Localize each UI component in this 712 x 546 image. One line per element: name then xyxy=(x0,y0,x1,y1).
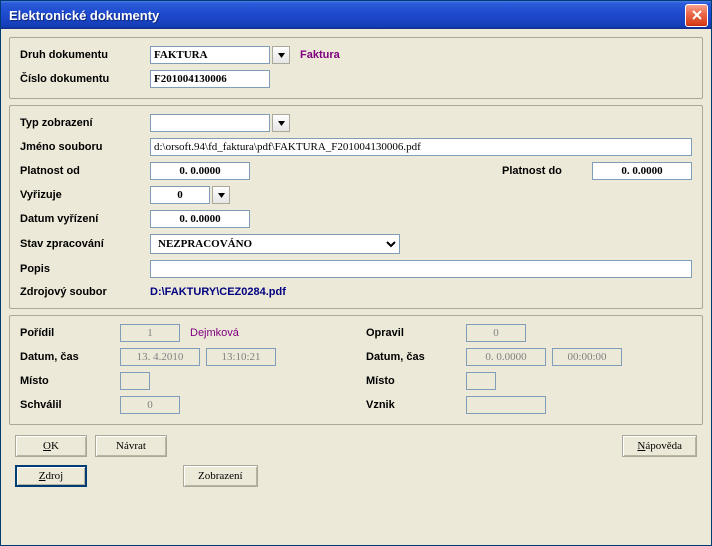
schvalil-label: Schválil xyxy=(20,399,120,411)
cislo-label: Číslo dokumentu xyxy=(20,73,150,85)
zdrojovy-value: D:\FAKTURY\CEZ0284.pdf xyxy=(150,286,286,298)
opravil-label: Opravil xyxy=(366,327,466,339)
misto2-input xyxy=(466,372,496,390)
schvalil-input xyxy=(120,396,180,414)
cislo-input[interactable] xyxy=(150,70,270,88)
typ-label: Typ zobrazení xyxy=(20,117,150,129)
zdroj-button[interactable]: Zdroj xyxy=(15,465,87,487)
panel-details: Typ zobrazení Jméno souboru Platnost od … xyxy=(9,105,703,309)
misto1-input xyxy=(120,372,150,390)
popis-input[interactable] xyxy=(150,260,692,278)
poridil-label: Pořídil xyxy=(20,327,120,339)
vyrizuje-input[interactable] xyxy=(150,186,210,204)
button-bar-1: OK Návrat Nápověda xyxy=(9,431,703,459)
napoveda-button[interactable]: Nápověda xyxy=(622,435,697,457)
down-arrow-icon xyxy=(217,191,226,200)
zobrazeni-button[interactable]: Zobrazení xyxy=(183,465,258,487)
datum1-label: Datum, čas xyxy=(20,351,120,363)
druh-dropdown[interactable] xyxy=(272,46,290,64)
down-arrow-icon xyxy=(277,119,286,128)
platdo-input[interactable] xyxy=(592,162,692,180)
datum2-label: Datum, čas xyxy=(366,351,466,363)
jmeno-label: Jméno souboru xyxy=(20,141,150,153)
poridil-name: Dejmková xyxy=(190,327,239,339)
window-title: Elektronické dokumenty xyxy=(9,8,159,23)
cas1-input xyxy=(206,348,276,366)
druh-desc: Faktura xyxy=(300,49,340,61)
zdrojovy-label: Zdrojový soubor xyxy=(20,286,150,298)
titlebar: Elektronické dokumenty xyxy=(1,1,711,29)
panel-document: Druh dokumentu Faktura Číslo dokumentu xyxy=(9,37,703,99)
typ-dropdown[interactable] xyxy=(272,114,290,132)
dialog-window: Elektronické dokumenty Druh dokumentu Fa… xyxy=(0,0,712,546)
down-arrow-icon xyxy=(277,51,286,60)
misto1-label: Místo xyxy=(20,375,120,387)
vznik-input xyxy=(466,396,546,414)
opravil-input xyxy=(466,324,526,342)
panel-audit: Pořídil Dejmková Datum, čas Místo xyxy=(9,315,703,425)
close-button[interactable] xyxy=(685,4,708,27)
poridil-input xyxy=(120,324,180,342)
dialog-body: Druh dokumentu Faktura Číslo dokumentu T… xyxy=(1,29,711,545)
close-icon xyxy=(692,10,702,20)
datum2-input xyxy=(466,348,546,366)
stav-label: Stav zpracování xyxy=(20,238,150,250)
ok-button[interactable]: OK xyxy=(15,435,87,457)
datum1-input xyxy=(120,348,200,366)
vyrizuje-dropdown[interactable] xyxy=(212,186,230,204)
typ-input[interactable] xyxy=(150,114,270,132)
platod-label: Platnost od xyxy=(20,165,150,177)
druh-input[interactable] xyxy=(150,46,270,64)
stav-select[interactable]: NEZPRACOVÁNO xyxy=(150,234,400,254)
platod-input[interactable] xyxy=(150,162,250,180)
datumvyr-input[interactable] xyxy=(150,210,250,228)
navrat-button[interactable]: Návrat xyxy=(95,435,167,457)
misto2-label: Místo xyxy=(366,375,466,387)
datumvyr-label: Datum vyřízení xyxy=(20,213,150,225)
jmeno-input[interactable] xyxy=(150,138,692,156)
platdo-label: Platnost do xyxy=(502,165,592,177)
popis-label: Popis xyxy=(20,263,150,275)
cas2-input xyxy=(552,348,622,366)
vyrizuje-label: Vyřizuje xyxy=(20,189,150,201)
button-bar-2: Zdroj Zobrazení xyxy=(9,465,703,489)
vznik-label: Vznik xyxy=(366,399,466,411)
druh-label: Druh dokumentu xyxy=(20,49,150,61)
